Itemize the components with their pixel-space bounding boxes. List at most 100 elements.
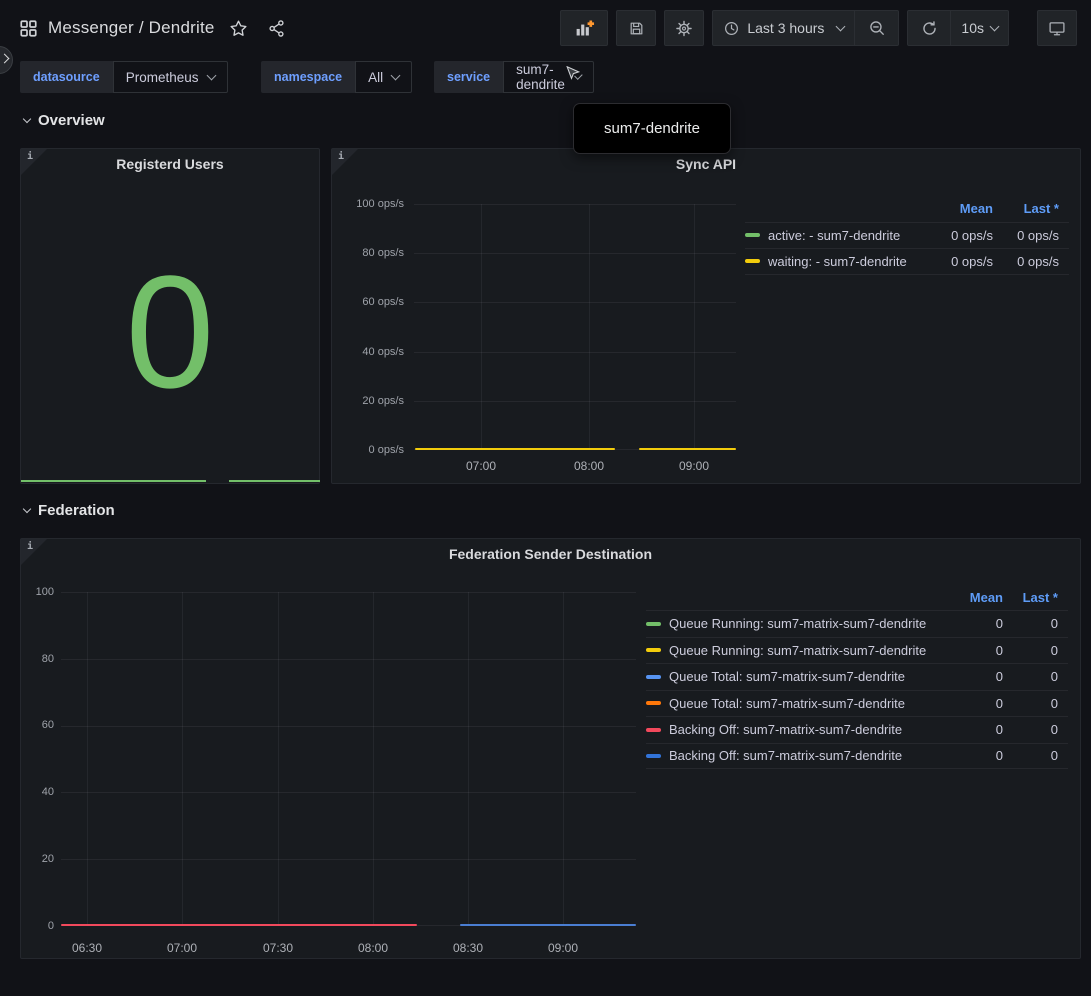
section-federation[interactable]: Federation (24, 502, 115, 519)
stat-sparkline-segment (229, 480, 320, 482)
legend-last-value: 0 (1003, 616, 1058, 631)
legend-sort-mean[interactable]: Mean (931, 201, 993, 216)
legend-row[interactable]: Queue Running: sum7-matrix-sum7-dendrite… (646, 637, 1068, 664)
y-axis-tick: 80 (21, 652, 54, 666)
y-axis-tick: 0 (21, 919, 54, 933)
federation-plot-area[interactable]: 06:30 07:00 07:30 08:00 08:30 09:00 (61, 592, 636, 926)
y-axis-tick: 20 ops/s (332, 394, 404, 408)
favorite-star-icon[interactable] (229, 19, 248, 38)
legend-series-name[interactable]: Queue Running: sum7-matrix-sum7-dendrite (669, 616, 953, 631)
kiosk-mode-button[interactable] (1037, 10, 1077, 46)
series-color-swatch (646, 675, 661, 679)
legend-mean-value: 0 ops/s (931, 254, 993, 269)
panel-title[interactable]: Federation Sender Destination (21, 546, 1080, 562)
legend-series-name[interactable]: Queue Running: sum7-matrix-sum7-dendrite (669, 643, 953, 658)
legend-mean-value: 0 (953, 643, 1003, 658)
chevron-down-icon (23, 505, 31, 513)
refresh-interval-dropdown[interactable]: 10s (951, 10, 1009, 46)
legend-last-value: 0 (1003, 722, 1058, 737)
add-panel-button[interactable] (560, 10, 608, 46)
breadcrumb[interactable]: Messenger / Dendrite (48, 18, 215, 38)
legend-row[interactable]: Backing Off: sum7-matrix-sum7-dendrite 0… (646, 743, 1068, 770)
share-icon[interactable] (267, 19, 286, 38)
x-axis-tick: 07:30 (252, 940, 304, 956)
monitor-icon (1048, 19, 1066, 38)
tooltip-text: sum7-dendrite (604, 120, 700, 137)
series-color-swatch (745, 233, 760, 237)
legend-row[interactable]: Queue Total: sum7-matrix-sum7-dendrite 0… (646, 690, 1068, 717)
sync-api-plot-area[interactable]: 07:00 08:00 09:00 (414, 204, 736, 450)
legend-last-value: 0 (1003, 669, 1058, 684)
variable-service-label[interactable]: service (434, 61, 503, 93)
variable-service-picker[interactable]: sum7-dendrite (503, 61, 594, 93)
legend-series-name[interactable]: Queue Total: sum7-matrix-sum7-dendrite (669, 669, 953, 684)
x-axis-tick: 09:00 (537, 940, 589, 956)
legend-series-name[interactable]: active: - sum7-dendrite (768, 228, 931, 243)
x-axis-tick: 07:00 (456, 458, 506, 474)
legend-sort-mean[interactable]: Mean (953, 590, 1003, 605)
chevron-down-icon (23, 115, 31, 123)
legend-mean-value: 0 (953, 748, 1003, 763)
variable-namespace: namespace All (261, 61, 412, 93)
y-axis-tick: 100 (21, 585, 54, 599)
variable-datasource-picker[interactable]: Prometheus (113, 61, 228, 93)
legend-row[interactable]: Backing Off: sum7-matrix-sum7-dendrite 0… (646, 716, 1068, 743)
series-line-waiting (639, 448, 736, 450)
chevron-right-icon (0, 54, 9, 64)
x-axis-tick: 07:00 (156, 940, 208, 956)
clock-icon (723, 20, 740, 37)
panel-registered-users: i Registerd Users 0 (20, 148, 320, 484)
refresh-interval-label: 10s (961, 20, 984, 36)
panel-title[interactable]: Sync API (332, 156, 1080, 172)
legend-sort-last[interactable]: Last * (1003, 590, 1058, 605)
y-axis-tick: 60 ops/s (332, 295, 404, 309)
y-axis-tick: 20 (21, 852, 54, 866)
save-dashboard-button[interactable] (616, 10, 656, 46)
dashboard-toolbar: Last 3 hours 10s (560, 10, 1077, 46)
legend-header-row: Mean Last * (745, 195, 1069, 222)
add-panel-icon (574, 18, 595, 39)
x-axis-tick: 09:00 (669, 458, 719, 474)
legend-last-value: 0 ops/s (993, 254, 1059, 269)
x-axis-tick: 08:00 (564, 458, 614, 474)
legend-row[interactable]: Queue Running: sum7-matrix-sum7-dendrite… (646, 610, 1068, 637)
zoom-out-time-button[interactable] (855, 10, 899, 46)
federation-legend: Mean Last * Queue Running: sum7-matrix-s… (646, 584, 1068, 769)
legend-last-value: 0 (1003, 748, 1058, 763)
legend-mean-value: 0 (953, 669, 1003, 684)
dashboard-settings-button[interactable] (664, 10, 704, 46)
variable-namespace-picker[interactable]: All (355, 61, 412, 93)
gear-icon (675, 19, 693, 38)
time-range-picker[interactable]: Last 3 hours (712, 10, 855, 46)
legend-series-name[interactable]: Backing Off: sum7-matrix-sum7-dendrite (669, 722, 953, 737)
refresh-button[interactable] (907, 10, 951, 46)
legend-mean-value: 0 ops/s (931, 228, 993, 243)
legend-last-value: 0 (1003, 643, 1058, 658)
legend-mean-value: 0 (953, 696, 1003, 711)
legend-row[interactable]: waiting: - sum7-dendrite 0 ops/s 0 ops/s (745, 248, 1069, 275)
y-axis-tick: 60 (21, 718, 54, 732)
variable-datasource-value: Prometheus (126, 70, 199, 85)
variable-namespace-label[interactable]: namespace (261, 61, 355, 93)
legend-series-name[interactable]: Queue Total: sum7-matrix-sum7-dendrite (669, 696, 953, 711)
legend-sort-last[interactable]: Last * (993, 201, 1059, 216)
refresh-icon (921, 20, 938, 37)
legend-series-name[interactable]: waiting: - sum7-dendrite (768, 254, 931, 269)
y-axis-tick: 100 ops/s (332, 197, 404, 211)
chevron-down-icon (391, 71, 401, 81)
legend-last-value: 0 ops/s (993, 228, 1059, 243)
legend-series-name[interactable]: Backing Off: sum7-matrix-sum7-dendrite (669, 748, 953, 763)
section-title: Overview (38, 112, 105, 129)
legend-row[interactable]: active: - sum7-dendrite 0 ops/s 0 ops/s (745, 222, 1069, 249)
variable-datasource-label[interactable]: datasource (20, 61, 113, 93)
dashboards-grid-icon[interactable] (20, 20, 37, 37)
section-overview[interactable]: Overview (24, 112, 105, 129)
variable-namespace-value: All (368, 70, 383, 85)
legend-row[interactable]: Queue Total: sum7-matrix-sum7-dendrite 0… (646, 663, 1068, 690)
legend-mean-value: 0 (953, 722, 1003, 737)
x-axis-tick: 06:30 (61, 940, 113, 956)
x-axis-tick: 08:30 (442, 940, 494, 956)
panel-title[interactable]: Registerd Users (21, 156, 319, 172)
variable-datasource: datasource Prometheus (20, 61, 228, 93)
legend-last-value: 0 (1003, 696, 1058, 711)
